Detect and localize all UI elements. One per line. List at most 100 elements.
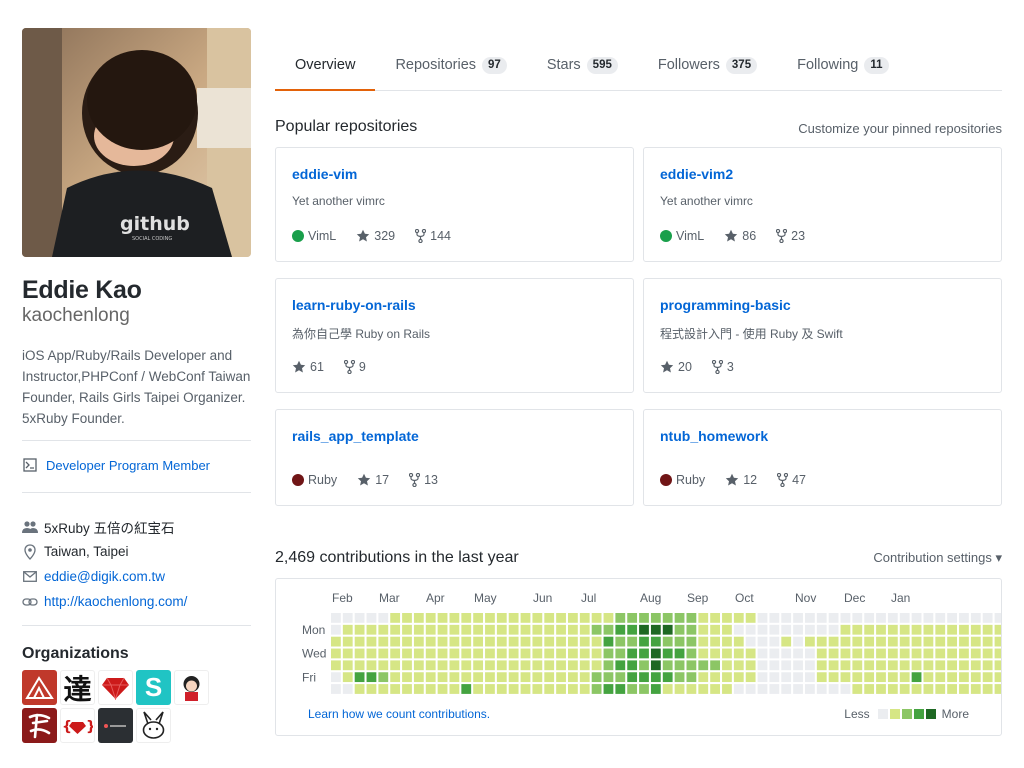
contribution-day[interactable] bbox=[390, 660, 401, 671]
contribution-day[interactable] bbox=[911, 624, 922, 635]
contribution-day[interactable] bbox=[532, 672, 543, 683]
contribution-day[interactable] bbox=[449, 684, 460, 694]
contribution-day[interactable] bbox=[449, 613, 460, 623]
contribution-day[interactable] bbox=[793, 624, 803, 635]
contribution-day[interactable] bbox=[887, 624, 898, 635]
contribution-day[interactable] bbox=[864, 672, 875, 683]
contribution-day[interactable] bbox=[354, 624, 365, 635]
contribution-day[interactable] bbox=[722, 636, 732, 647]
contribution-day[interactable] bbox=[876, 624, 886, 635]
contribution-day[interactable] bbox=[354, 648, 365, 659]
organization-avatar-ruby-braces-logo[interactable]: {} bbox=[60, 708, 95, 743]
contribution-day[interactable] bbox=[615, 636, 626, 647]
contribution-day[interactable] bbox=[899, 613, 910, 623]
contribution-day[interactable] bbox=[805, 636, 815, 647]
contribution-day[interactable] bbox=[485, 672, 495, 683]
contribution-day[interactable] bbox=[508, 660, 519, 671]
contribution-day[interactable] bbox=[911, 660, 922, 671]
contribution-day[interactable] bbox=[473, 672, 483, 683]
contribution-day[interactable] bbox=[923, 624, 934, 635]
contribution-day[interactable] bbox=[568, 660, 578, 671]
contribution-day[interactable] bbox=[378, 684, 389, 694]
contribution-day[interactable] bbox=[840, 636, 851, 647]
contribution-day[interactable] bbox=[781, 672, 792, 683]
contribution-day[interactable] bbox=[425, 660, 436, 671]
contribution-day[interactable] bbox=[982, 684, 993, 694]
contribution-day[interactable] bbox=[722, 684, 732, 694]
contribution-day[interactable] bbox=[413, 672, 424, 683]
contribution-day[interactable] bbox=[366, 648, 377, 659]
contribution-day[interactable] bbox=[769, 613, 780, 623]
contribution-day[interactable] bbox=[378, 613, 389, 623]
contribution-day[interactable] bbox=[508, 684, 519, 694]
contribution-day[interactable] bbox=[828, 613, 839, 623]
contribution-day[interactable] bbox=[805, 613, 815, 623]
contribution-day[interactable] bbox=[959, 624, 969, 635]
contribution-day[interactable] bbox=[947, 672, 957, 683]
contribution-day[interactable] bbox=[793, 636, 803, 647]
contribution-day[interactable] bbox=[733, 613, 744, 623]
contribution-day[interactable] bbox=[390, 636, 401, 647]
contribution-day[interactable] bbox=[331, 613, 341, 623]
contribution-day[interactable] bbox=[864, 624, 875, 635]
contribution-day[interactable] bbox=[662, 613, 673, 623]
contribution-day[interactable] bbox=[568, 636, 578, 647]
contribution-day[interactable] bbox=[698, 672, 709, 683]
contribution-day[interactable] bbox=[579, 648, 590, 659]
contribution-day[interactable] bbox=[473, 636, 483, 647]
contribution-day[interactable] bbox=[591, 613, 602, 623]
contribution-day[interactable] bbox=[544, 684, 555, 694]
contribution-day[interactable] bbox=[876, 648, 886, 659]
contribution-day[interactable] bbox=[390, 624, 401, 635]
contribution-day[interactable] bbox=[686, 613, 697, 623]
contribution-settings-dropdown[interactable]: Contribution settings ▾ bbox=[873, 550, 1002, 566]
contribution-day[interactable] bbox=[544, 648, 555, 659]
contribution-day[interactable] bbox=[757, 648, 768, 659]
vcard-email-link[interactable]: eddie@digik.com.tw bbox=[44, 569, 165, 584]
contribution-day[interactable] bbox=[887, 660, 898, 671]
contribution-day[interactable] bbox=[970, 672, 981, 683]
contribution-day[interactable] bbox=[579, 672, 590, 683]
contribution-day[interactable] bbox=[354, 636, 365, 647]
contribution-day[interactable] bbox=[437, 613, 448, 623]
contribution-day[interactable] bbox=[650, 684, 661, 694]
organization-avatar-da-character-logo[interactable]: 達 bbox=[60, 670, 95, 706]
contribution-day[interactable] bbox=[959, 672, 969, 683]
contribution-day[interactable] bbox=[639, 624, 649, 635]
contribution-day[interactable] bbox=[556, 672, 566, 683]
contribution-day[interactable] bbox=[591, 684, 602, 694]
contribution-day[interactable] bbox=[402, 613, 412, 623]
contribution-day[interactable] bbox=[473, 624, 483, 635]
contribution-day[interactable] bbox=[366, 660, 377, 671]
contribution-day[interactable] bbox=[994, 660, 1005, 671]
contribution-day[interactable] bbox=[805, 660, 815, 671]
contribution-day[interactable] bbox=[556, 648, 566, 659]
contribution-day[interactable] bbox=[733, 660, 744, 671]
contribution-day[interactable] bbox=[840, 624, 851, 635]
contribution-day[interactable] bbox=[935, 648, 946, 659]
contribution-day[interactable] bbox=[508, 636, 519, 647]
contribution-day[interactable] bbox=[722, 648, 732, 659]
contribution-day[interactable] bbox=[544, 636, 555, 647]
organization-avatar-rabbit-logo[interactable] bbox=[136, 708, 171, 743]
contribution-day[interactable] bbox=[342, 672, 353, 683]
contribution-day[interactable] bbox=[639, 684, 649, 694]
contribution-day[interactable] bbox=[425, 684, 436, 694]
vcard-email[interactable]: eddie@digik.com.tw bbox=[22, 564, 187, 589]
contribution-day[interactable] bbox=[994, 672, 1005, 683]
contribution-day[interactable] bbox=[923, 684, 934, 694]
contribution-day[interactable] bbox=[378, 624, 389, 635]
contribution-day[interactable] bbox=[650, 613, 661, 623]
contribution-day[interactable] bbox=[911, 636, 922, 647]
contribution-day[interactable] bbox=[532, 684, 543, 694]
contribution-day[interactable] bbox=[710, 613, 720, 623]
contribution-day[interactable] bbox=[544, 613, 555, 623]
contribution-day[interactable] bbox=[520, 613, 531, 623]
contribution-day[interactable] bbox=[745, 636, 756, 647]
contribution-day[interactable] bbox=[722, 660, 732, 671]
contribution-day[interactable] bbox=[485, 624, 495, 635]
contribution-day[interactable] bbox=[970, 648, 981, 659]
contribution-day[interactable] bbox=[437, 624, 448, 635]
contribution-day[interactable] bbox=[816, 684, 827, 694]
contribution-day[interactable] bbox=[390, 648, 401, 659]
